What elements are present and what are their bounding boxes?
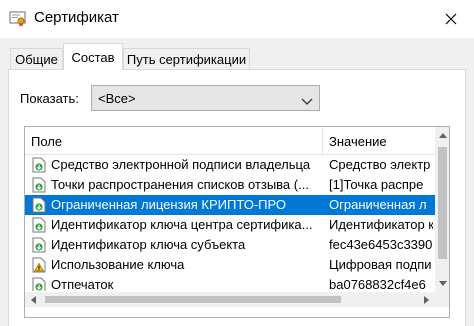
show-filter-value: <Все>	[98, 91, 136, 106]
row-value: fec43e6453c3390	[329, 237, 433, 252]
row-value: Средство электр	[329, 157, 431, 172]
extension-icon	[31, 217, 47, 233]
horizontal-scrollbar[interactable]	[25, 292, 435, 307]
row-value: Идентификатор к	[329, 217, 433, 232]
table-row[interactable]: Точки распространения списков отзыва (..…	[25, 175, 435, 195]
table-row[interactable]: Идентификатор ключа центра сертифика... …	[25, 215, 435, 235]
scrollbar-corner	[435, 292, 449, 307]
tab-details-label: Состав	[71, 49, 115, 65]
extension-icon	[31, 157, 47, 173]
scroll-up-arrow-icon[interactable]	[435, 127, 449, 144]
row-field: Идентификатор ключа субъекта	[51, 237, 246, 252]
row-value: Ограниченная л	[329, 197, 427, 212]
vertical-scrollbar[interactable]	[435, 127, 449, 292]
certificate-icon	[9, 11, 26, 27]
vertical-scroll-thumb[interactable]	[438, 147, 447, 259]
row-value: [1]Точка распре	[329, 177, 424, 192]
row-value: Цифровая подпи	[329, 257, 432, 272]
list-header: Поле Значение	[25, 127, 435, 155]
extension-icon	[31, 197, 47, 213]
column-header-field[interactable]: Поле	[25, 127, 322, 155]
table-row[interactable]: Идентификатор ключа субъекта fec43e6453c…	[25, 235, 435, 255]
row-field: Ограниченная лицензия КРИПТО-ПРО	[51, 197, 286, 212]
table-row-selected[interactable]: Ограниченная лицензия КРИПТО-ПРО Огранич…	[25, 195, 435, 215]
tab-general[interactable]: Общие	[10, 48, 63, 69]
fields-list[interactable]: Поле Значение Средство электронной подпи…	[24, 126, 450, 318]
table-row[interactable]: Отпечаток ba0768832cf4e6	[25, 275, 435, 291]
extension-icon	[31, 277, 47, 291]
tab-general-label: Общие	[15, 51, 58, 67]
show-label: Показать:	[20, 91, 79, 106]
table-row[interactable]: Средство электронной подписи владельца С…	[25, 155, 435, 175]
horizontal-scroll-thumb[interactable]	[45, 296, 341, 303]
table-row[interactable]: Использование ключа Цифровая подпи	[25, 255, 435, 275]
tab-certification-path-label: Путь сертификации	[126, 51, 247, 67]
close-button[interactable]	[428, 0, 474, 38]
extension-icon	[31, 177, 47, 193]
warning-icon	[31, 257, 47, 273]
close-icon	[445, 13, 457, 25]
window-title: Сертификат	[34, 9, 119, 26]
show-filter-dropdown[interactable]: <Все>	[91, 85, 320, 111]
column-header-value[interactable]: Значение	[323, 127, 435, 155]
row-field: Отпечаток	[51, 277, 114, 291]
row-field: Точки распространения списков отзыва (..…	[51, 177, 309, 192]
row-field: Использование ключа	[51, 257, 185, 272]
title-bar: Сертификат	[0, 0, 474, 38]
tab-strip: Общие Состав Путь сертификации	[0, 38, 474, 70]
tab-details[interactable]: Состав	[63, 43, 123, 70]
scroll-right-arrow-icon[interactable]	[418, 292, 435, 307]
tab-certification-path[interactable]: Путь сертификации	[123, 48, 250, 69]
chevron-down-icon	[301, 94, 313, 105]
scroll-left-arrow-icon[interactable]	[25, 292, 42, 307]
extension-icon	[31, 237, 47, 253]
scroll-down-arrow-icon[interactable]	[435, 275, 449, 292]
row-field: Идентификатор ключа центра сертифика...	[51, 217, 313, 232]
row-value: ba0768832cf4e6	[329, 277, 426, 291]
list-rows: Средство электронной подписи владельца С…	[25, 155, 435, 291]
row-field: Средство электронной подписи владельца	[51, 157, 311, 172]
